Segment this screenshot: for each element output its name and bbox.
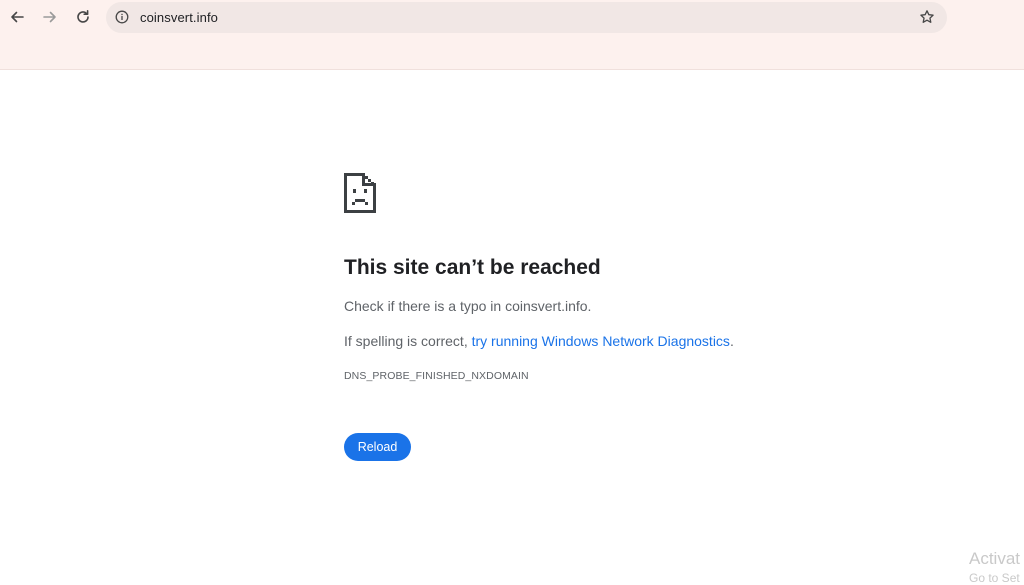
diagnostics-suggestion-prefix: If spelling is correct, bbox=[344, 333, 472, 349]
reload-button[interactable]: Reload bbox=[344, 433, 411, 461]
address-bar[interactable]: coinsvert.info bbox=[106, 2, 947, 33]
arrow-left-icon bbox=[11, 11, 24, 23]
activation-watermark-title: Activat bbox=[969, 549, 1021, 568]
star-icon[interactable] bbox=[919, 9, 935, 25]
error-code: DNS_PROBE_FINISHED_NXDOMAIN bbox=[344, 370, 529, 382]
diagnostics-suggestion: If spelling is correct, try running Wind… bbox=[344, 333, 734, 349]
diagnostics-suggestion-suffix: . bbox=[729, 333, 734, 349]
typo-suggestion: Check if there is a typo in coinsvert.in… bbox=[344, 298, 592, 314]
reload-page-button[interactable] bbox=[71, 5, 95, 29]
reload-icon bbox=[77, 10, 89, 23]
network-diagnostics-link[interactable]: try running Windows Network Diagnostics bbox=[472, 333, 730, 349]
sad-document-icon bbox=[344, 173, 376, 213]
back-button[interactable] bbox=[5, 5, 29, 29]
arrow-right-icon bbox=[43, 11, 56, 23]
error-title: This site can’t be reached bbox=[344, 256, 601, 279]
browser-toolbar: coinsvert.info bbox=[0, 0, 1024, 70]
activation-watermark-subtitle: Go to Set bbox=[969, 571, 1020, 585]
forward-button[interactable] bbox=[38, 5, 62, 29]
info-icon[interactable] bbox=[115, 10, 129, 24]
url-text[interactable]: coinsvert.info bbox=[140, 10, 218, 25]
